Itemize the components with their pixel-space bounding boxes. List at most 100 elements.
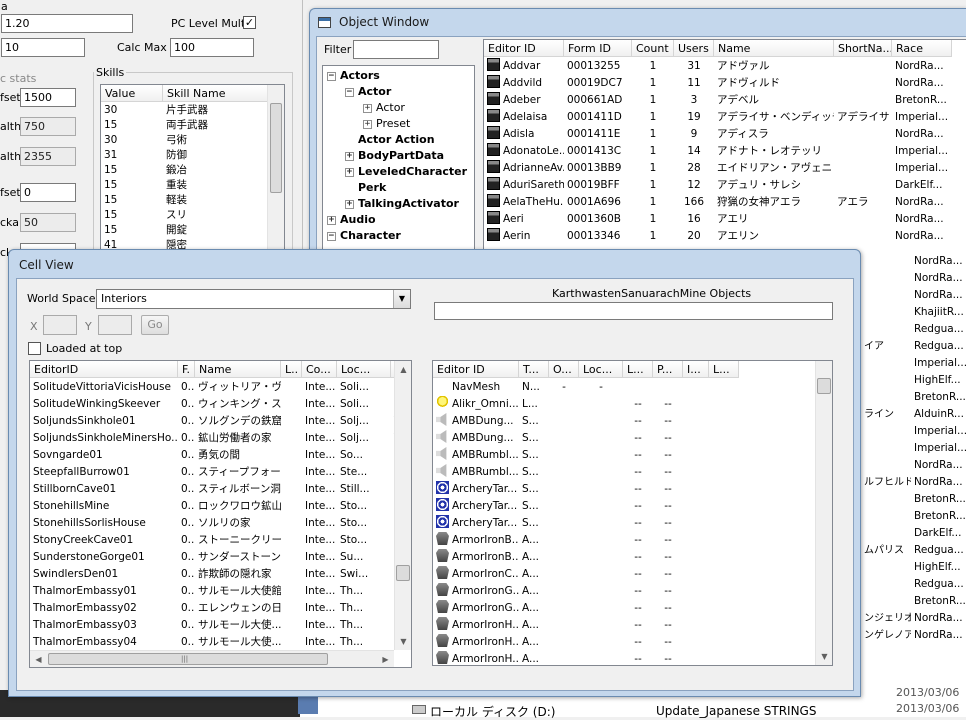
tree-item[interactable]: + Audio	[327, 213, 376, 226]
object-list-column-header[interactable]: Race	[892, 40, 952, 56]
cell-objects-column-header[interactable]: Editor ID	[433, 361, 519, 377]
expand-icon[interactable]: +	[345, 152, 354, 161]
cell-objects-column-header[interactable]: P...	[653, 361, 683, 377]
object-category-tree[interactable]: − Actors − Actor + Actor + Preset Actor Action + B…	[322, 65, 475, 260]
cell-objects-row[interactable]: ArcheryTar... S... -- --	[433, 481, 739, 498]
object-list-row[interactable]: HighElf...	[861, 559, 966, 576]
filter-input[interactable]	[353, 40, 439, 59]
object-list-row[interactable]: Imperial...	[861, 423, 966, 440]
object-list-row[interactable]: Adisla 0001411E 1 9 アディスラ NordRa...	[484, 126, 952, 143]
object-list-row[interactable]: Imperial...	[861, 355, 966, 372]
object-list-row[interactable]: Adeber 000661AD 1 3 アデベル BretonR...	[484, 92, 952, 109]
cell-objects-scrollbar[interactable]: ▼	[815, 361, 832, 665]
y-coordinate-input[interactable]	[98, 315, 132, 335]
cell-list-column-header[interactable]: Loc...	[337, 361, 391, 377]
cell-list-scroll-thumb[interactable]	[396, 565, 410, 581]
stat-input[interactable]: 2355	[20, 147, 76, 166]
object-list-row[interactable]: AdrianneAv...00013BB9 1 28 エイドリアン・アヴェニッチ Imp…	[484, 160, 952, 177]
object-list-row[interactable]: ムパリス Redgua...	[861, 542, 966, 559]
object-list-row[interactable]: NordRa...	[861, 287, 966, 304]
skill-row[interactable]: 15 両手武器	[101, 118, 269, 133]
object-list-row[interactable]: AelaTheHu... 0001A696 1 166 狩猟の女神アエラ アエラ NordR…	[484, 194, 952, 211]
cell-objects-list[interactable]: Editor ID T... O... Loc... L... P... I... L... …	[432, 360, 833, 666]
cell-list-row[interactable]: StillbornCave01 0...スティルボーン洞窟 Inte... Still…	[30, 481, 407, 498]
cell-list-row[interactable]: StonyCreekCave01 0...ストーニークリーク... Inte... S…	[30, 532, 407, 549]
object-list-column-header[interactable]: Editor ID	[484, 40, 564, 56]
tree-item[interactable]: − Actors	[327, 69, 380, 82]
scroll-down-icon[interactable]: ▼	[395, 633, 411, 650]
cell-list-row[interactable]: SteepfallBurrow01 0...スティープフォール窟 Inte... St…	[30, 464, 407, 481]
pc-level-mult-checkbox[interactable]: ✓	[243, 16, 256, 29]
object-list-row[interactable]: Addvar 00013255 1 31 アドヴァル NordRa...	[484, 58, 952, 75]
object-list-row[interactable]: AdonatoLe... 0001413C 1 14 アドナト・レオテッリ Imperia…	[484, 143, 952, 160]
object-list-row[interactable]: HighElf...	[861, 372, 966, 389]
tree-item[interactable]: + TalkingActivator	[345, 197, 459, 210]
object-list-column-header[interactable]: Form ID	[564, 40, 632, 56]
cell-objects-row[interactable]: ArmorIronH... A... -- --	[433, 634, 739, 651]
object-list-column-header[interactable]: Users	[674, 40, 714, 56]
cell-list-row[interactable]: StonehillsMine 0...ロックワロウ鉱山 Inte... Sto...	[30, 498, 407, 515]
object-list-row[interactable]: BretonR...	[861, 593, 966, 610]
cell-objects-row[interactable]: AMBRumbl... S... -- --	[433, 447, 739, 464]
object-list-row[interactable]: Aerin 00013346 1 20 アエリン NordRa...	[484, 228, 952, 245]
skills-scroll-thumb[interactable]	[270, 103, 282, 193]
expand-icon[interactable]: +	[345, 200, 354, 209]
tree-item[interactable]: Actor Action	[345, 133, 435, 146]
cell-list-row[interactable]: StonehillsSorlisHouse 0...ソルリの家 Inte... Sto…	[30, 515, 407, 532]
tree-item[interactable]: − Character	[327, 229, 401, 242]
scroll-down-icon[interactable]: ▼	[816, 648, 832, 665]
tree-item[interactable]: − Actor	[345, 85, 391, 98]
cell-list-row[interactable]: ThalmorEmbassy04 0...サルモール大使... Inte... Th.…	[30, 634, 407, 651]
cell-list-row[interactable]: Sovngarde01 0...勇気の間 Inte... So...	[30, 447, 407, 464]
collapse-icon[interactable]: −	[327, 72, 336, 81]
object-list-row[interactable]: BretonR...	[861, 508, 966, 525]
cell-objects-row[interactable]: AMBDung... S... -- --	[433, 430, 739, 447]
cell-list-row[interactable]: SunderstoneGorge01 0...サンダーストーン... Inte...…	[30, 549, 407, 566]
cell-objects-row[interactable]: ArmorIronC... A... -- --	[433, 566, 739, 583]
collapse-icon[interactable]: −	[345, 88, 354, 97]
object-list-row[interactable]: ルフヒルド NordRa...	[861, 474, 966, 491]
cell-list-column-header[interactable]: F.	[178, 361, 195, 377]
cell-objects-row[interactable]: ArcheryTar... S... -- --	[433, 515, 739, 532]
stat-input[interactable]: 50	[20, 213, 76, 232]
world-space-select[interactable]: Interiors ▼	[96, 289, 411, 309]
object-list-row[interactable]: DarkElf...	[861, 525, 966, 542]
cell-list-hscroll-thumb[interactable]: |||	[48, 653, 328, 665]
object-list-row[interactable]: ンゲレノア NordRa...	[861, 627, 966, 644]
calc-max-input[interactable]: 100	[170, 38, 254, 57]
collapse-icon[interactable]: −	[327, 232, 336, 241]
expand-icon[interactable]: +	[327, 216, 336, 225]
cell-list-row[interactable]: ThalmorEmbassy03 0...サルモール大使... Inte... Th.…	[30, 617, 407, 634]
cell-list-column-header[interactable]: Co...	[302, 361, 337, 377]
cell-list-vertical-scrollbar[interactable]: ▲ ▼	[394, 361, 411, 650]
tree-item[interactable]: + Preset	[363, 117, 410, 130]
loaded-at-top-checkbox[interactable]	[28, 342, 41, 355]
expand-icon[interactable]: +	[345, 168, 354, 177]
cell-list-row[interactable]: SwindlersDen01 0...詐欺師の隠れ家 Inte... Swi...	[30, 566, 407, 583]
skill-row[interactable]: 15 鍛冶	[101, 163, 269, 178]
skill-row[interactable]: 30 弓術	[101, 133, 269, 148]
cell-objects-row[interactable]: ArmorIronB... A... -- --	[433, 532, 739, 549]
cell-list-column-header[interactable]: EditorID	[30, 361, 178, 377]
object-list-row[interactable]: Imperial...	[861, 440, 966, 457]
object-list-row[interactable]: Aeri 0001360B 1 16 アエリ NordRa...	[484, 211, 952, 228]
scroll-left-icon[interactable]: ◀	[30, 651, 47, 667]
object-list-row[interactable]: Redgua...	[861, 576, 966, 593]
go-button[interactable]: Go	[141, 315, 169, 335]
cell-objects-scroll-thumb[interactable]	[817, 378, 831, 394]
cell-list-row[interactable]: SoljundsSinkhole01 0...ソルグンデの鉄窟 Inte... Sol…	[30, 413, 407, 430]
cell-list-row[interactable]: SolitudeWinkingSkeever 0...ウィンキング・スキ... In…	[30, 396, 407, 413]
object-list-row[interactable]: Adelaisa 0001411D 1 19 アデライサ・ベンディッチ アデライサ Impe…	[484, 109, 952, 126]
object-list-column-header[interactable]: Name	[714, 40, 834, 56]
object-list-row[interactable]: Addvild 00019DC7 1 11 アドヴィルド NordRa...	[484, 75, 952, 92]
cell-objects-row[interactable]: ArmorIronG... A... -- --	[433, 600, 739, 617]
skills-scrollbar[interactable]	[267, 85, 284, 253]
cell-list[interactable]: EditorID F. Name L.. Co... Loc... SolitudeVit…	[29, 360, 412, 668]
cell-objects-row[interactable]: ArcheryTar... S... -- --	[433, 498, 739, 515]
cell-objects-column-header[interactable]: T...	[519, 361, 549, 377]
skill-row[interactable]: 15 開錠	[101, 223, 269, 238]
cell-objects-column-header[interactable]: O...	[549, 361, 579, 377]
object-list-column-header[interactable]: Count	[632, 40, 674, 56]
skill-row[interactable]: 15 スリ	[101, 208, 269, 223]
skill-row[interactable]: 15 軽装	[101, 193, 269, 208]
